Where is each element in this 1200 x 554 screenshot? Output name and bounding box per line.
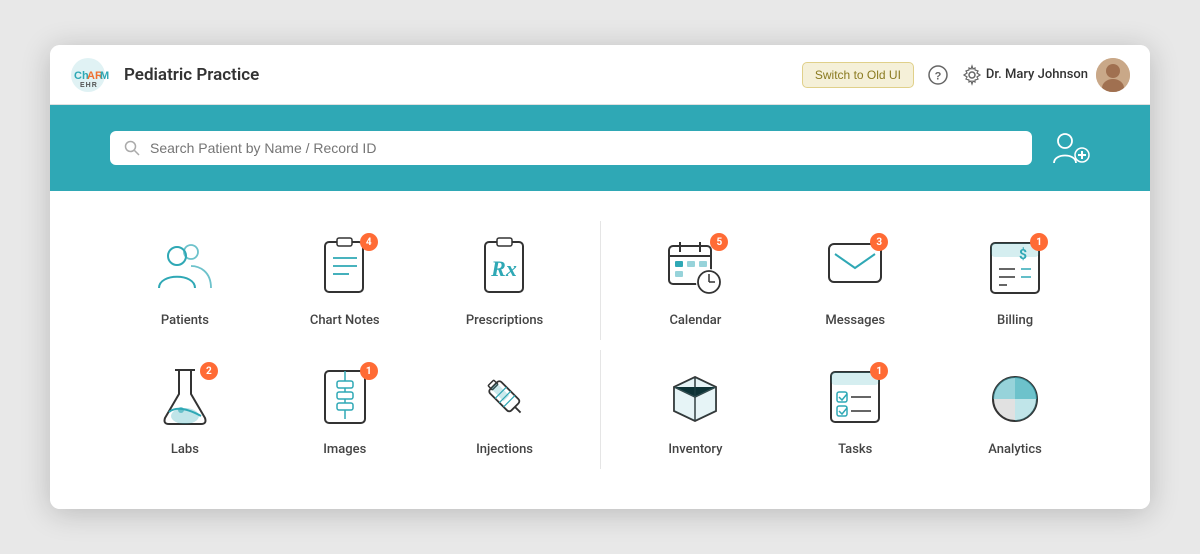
avatar	[1096, 58, 1130, 92]
add-patient-button[interactable]	[1048, 127, 1090, 169]
menu-item-images[interactable]: 1 Images	[270, 350, 420, 469]
menu-item-analytics[interactable]: Analytics	[940, 350, 1090, 469]
patients-label: Patients	[161, 313, 209, 328]
menu-item-patients[interactable]: Patients	[110, 221, 260, 340]
inventory-icon-wrap	[660, 362, 730, 432]
injections-icon	[475, 367, 535, 427]
svg-text:?: ?	[935, 70, 942, 82]
inventory-label: Inventory	[668, 442, 722, 457]
chart-notes-label: Chart Notes	[310, 313, 380, 328]
menu-item-billing[interactable]: 1 $ Billing	[940, 221, 1090, 340]
gear-icon	[962, 65, 982, 85]
billing-badge: 1	[1030, 233, 1048, 251]
menu-item-chart-notes[interactable]: 4 Chart Notes	[270, 221, 420, 340]
analytics-label: Analytics	[988, 442, 1042, 457]
menu-item-tasks[interactable]: 1 Tasks	[780, 350, 930, 469]
divider-2	[600, 350, 601, 469]
billing-icon-wrap: 1 $	[980, 233, 1050, 303]
messages-icon-wrap: 3	[820, 233, 890, 303]
inventory-icon	[666, 367, 724, 427]
prescriptions-icon: Rx	[477, 238, 532, 298]
menu-row-2: 2 Labs 1	[110, 350, 1090, 469]
calendar-icon-wrap: 5	[660, 233, 730, 303]
search-input[interactable]	[150, 140, 1018, 156]
patients-icon	[155, 238, 215, 298]
svg-text:$: $	[1019, 246, 1027, 263]
calendar-label: Calendar	[669, 313, 721, 328]
calendar-badge: 5	[710, 233, 728, 251]
settings-button[interactable]	[962, 65, 982, 85]
main-content: Patients 4 Chart Notes	[50, 191, 1150, 509]
menu-item-labs[interactable]: 2 Labs	[110, 350, 260, 469]
practice-title: Pediatric Practice	[124, 65, 259, 85]
messages-label: Messages	[825, 313, 885, 328]
app-window: Ch AR M EHR Pediatric Practice Switch to…	[50, 45, 1150, 509]
menu-item-messages[interactable]: 3 Messages	[780, 221, 930, 340]
search-bar	[50, 105, 1150, 191]
user-name: Dr. Mary Johnson	[986, 67, 1088, 82]
search-icon	[124, 140, 140, 156]
help-button[interactable]: ?	[928, 65, 948, 85]
labs-icon-wrap: 2	[150, 362, 220, 432]
menu-row-1: Patients 4 Chart Notes	[110, 221, 1090, 340]
svg-text:Rx: Rx	[490, 256, 517, 281]
svg-text:EHR: EHR	[80, 82, 98, 89]
menu-item-inventory[interactable]: Inventory	[621, 350, 771, 469]
patients-icon-wrap	[150, 233, 220, 303]
add-patient-icon	[1048, 127, 1090, 169]
analytics-icon-wrap	[980, 362, 1050, 432]
messages-badge: 3	[870, 233, 888, 251]
tasks-icon-wrap: 1	[820, 362, 890, 432]
injections-label: Injections	[476, 442, 533, 457]
logo: Ch AR M EHR	[70, 57, 106, 93]
labs-badge: 2	[200, 362, 218, 380]
help-icon: ?	[928, 65, 948, 85]
header: Ch AR M EHR Pediatric Practice Switch to…	[50, 45, 1150, 105]
user-info: Dr. Mary Johnson	[986, 58, 1130, 92]
menu-item-injections[interactable]: Injections	[430, 350, 580, 469]
right-menu-row2: Inventory 1	[621, 350, 1091, 469]
left-menu-row2: 2 Labs 1	[110, 350, 580, 469]
prescriptions-label: Prescriptions	[466, 313, 543, 328]
images-badge: 1	[360, 362, 378, 380]
images-label: Images	[323, 442, 366, 457]
billing-label: Billing	[997, 313, 1033, 328]
charm-logo-icon: Ch AR M EHR	[70, 57, 106, 93]
tasks-label: Tasks	[838, 442, 872, 457]
search-input-wrap[interactable]	[110, 131, 1032, 165]
chart-notes-icon-wrap: 4	[310, 233, 380, 303]
menu-item-prescriptions[interactable]: Rx Prescriptions	[430, 221, 580, 340]
svg-text:M: M	[100, 70, 109, 82]
divider-1	[600, 221, 601, 340]
chart-notes-badge: 4	[360, 233, 378, 251]
switch-ui-button[interactable]: Switch to Old UI	[802, 62, 914, 88]
tasks-badge: 1	[870, 362, 888, 380]
left-menu-row1: Patients 4 Chart Notes	[110, 221, 580, 340]
images-icon-wrap: 1	[310, 362, 380, 432]
menu-item-calendar[interactable]: 5	[621, 221, 771, 340]
header-icons: ?	[928, 65, 982, 85]
prescriptions-icon-wrap: Rx	[470, 233, 540, 303]
injections-icon-wrap	[470, 362, 540, 432]
labs-label: Labs	[171, 442, 199, 457]
right-menu-row1: 5	[621, 221, 1091, 340]
analytics-icon	[985, 367, 1045, 427]
